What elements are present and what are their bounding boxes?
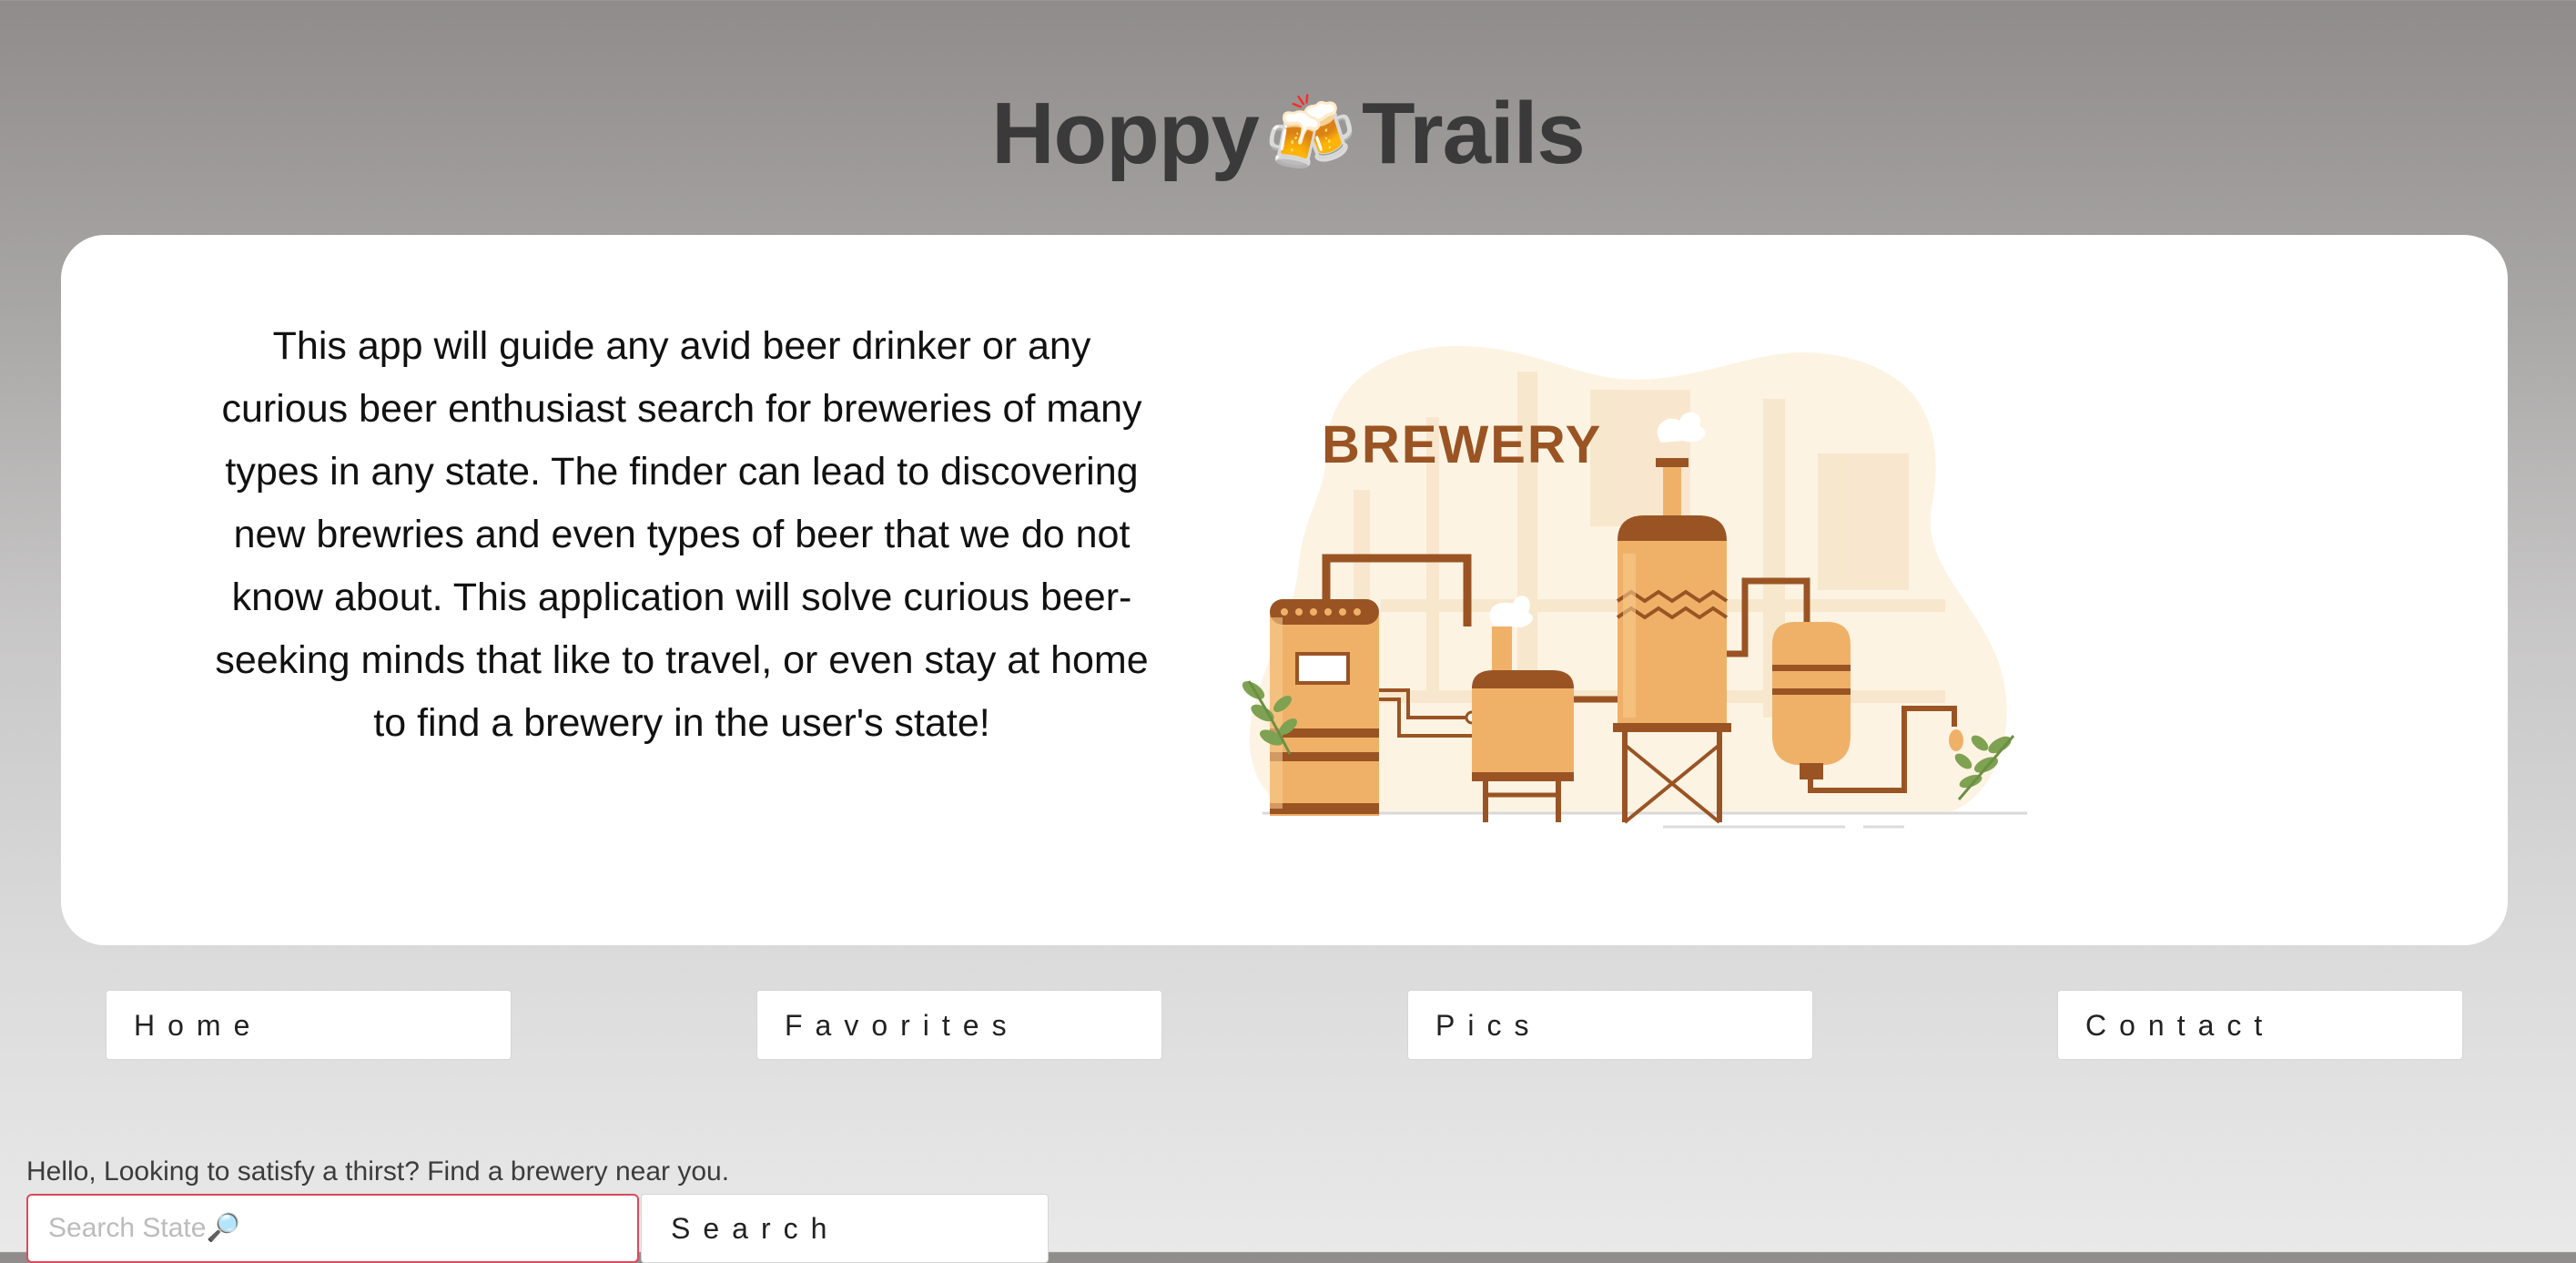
beer-drop <box>1949 729 1963 751</box>
brewery-sign-text: BREWERY <box>1322 415 1602 474</box>
page-title: Hoppy🍻Trails <box>0 84 2576 185</box>
title-text-hoppy: Hoppy <box>991 85 1260 182</box>
search-button[interactable]: Search <box>641 1194 1049 1263</box>
nav-home-button[interactable]: Home <box>106 990 512 1060</box>
beer-mugs-icon: 🍻 <box>1263 93 1357 176</box>
title-text-trails: Trails <box>1361 85 1586 182</box>
nav-pics-button[interactable]: Pics <box>1407 990 1813 1060</box>
brewery-illustration: BREWERY <box>1242 345 2027 829</box>
search-greeting: Hello, Looking to satisfy a thirst? Find… <box>26 1156 730 1187</box>
intro-card: This app will guide any avid beer drinke… <box>61 235 2508 945</box>
conical-tank-right <box>1772 622 1851 779</box>
nav-contact-button[interactable]: Contact <box>2057 990 2463 1060</box>
search-state-input[interactable] <box>26 1194 639 1263</box>
nav-favorites-button[interactable]: Favorites <box>756 990 1162 1060</box>
app-description: This app will guide any avid beer drinke… <box>215 324 1149 745</box>
